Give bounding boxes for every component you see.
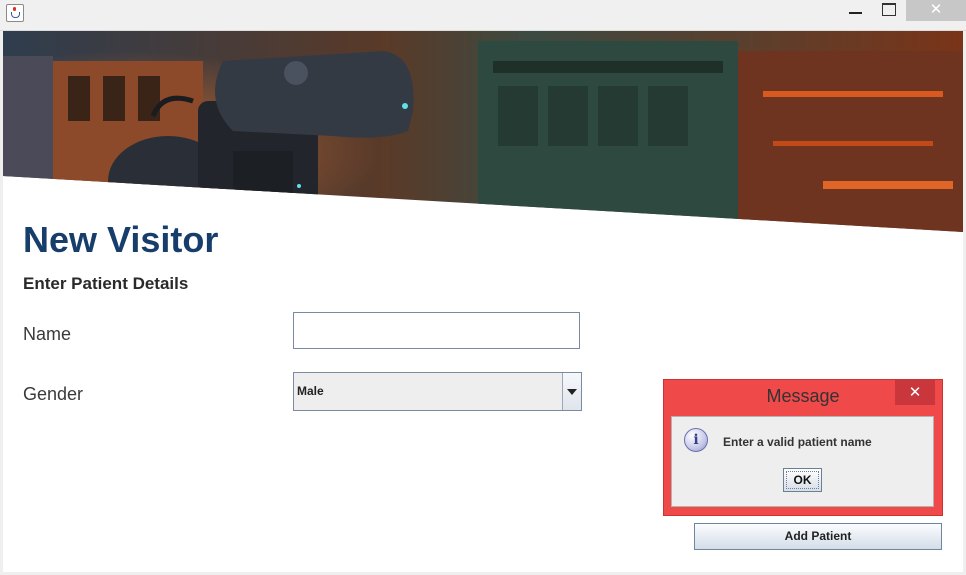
chevron-down-icon[interactable] — [562, 373, 581, 410]
gender-label: Gender — [23, 384, 84, 404]
page-title: New Visitor — [23, 219, 219, 260]
maximize-button[interactable] — [872, 0, 906, 21]
add-patient-button[interactable]: Add Patient — [694, 523, 942, 550]
window-close-button[interactable]: ✕ — [906, 0, 966, 21]
window-titlebar: ✕ — [0, 0, 966, 31]
ok-button[interactable]: OK — [783, 468, 822, 492]
gender-dropdown[interactable]: Male — [293, 372, 582, 411]
header-banner-image — [3, 31, 963, 232]
window-border-left — [0, 31, 3, 575]
close-icon: ✕ — [929, 0, 943, 18]
section-subtitle: Enter Patient Details — [23, 274, 189, 293]
dialog-message: Enter a valid patient name — [723, 435, 872, 449]
message-dialog: Message ✕ i Enter a valid patient name O… — [663, 379, 943, 516]
dialog-close-button[interactable]: ✕ — [895, 380, 935, 405]
name-input[interactable] — [293, 312, 580, 349]
minimize-icon — [849, 12, 862, 14]
dialog-body: i Enter a valid patient name OK — [671, 416, 934, 507]
maximize-icon — [882, 3, 896, 16]
java-app-icon — [6, 4, 24, 22]
name-label: Name — [23, 324, 72, 344]
minimize-button[interactable] — [838, 0, 872, 21]
info-icon: i — [684, 428, 708, 452]
close-icon: ✕ — [908, 383, 922, 401]
gender-selected-value: Male — [297, 384, 324, 398]
